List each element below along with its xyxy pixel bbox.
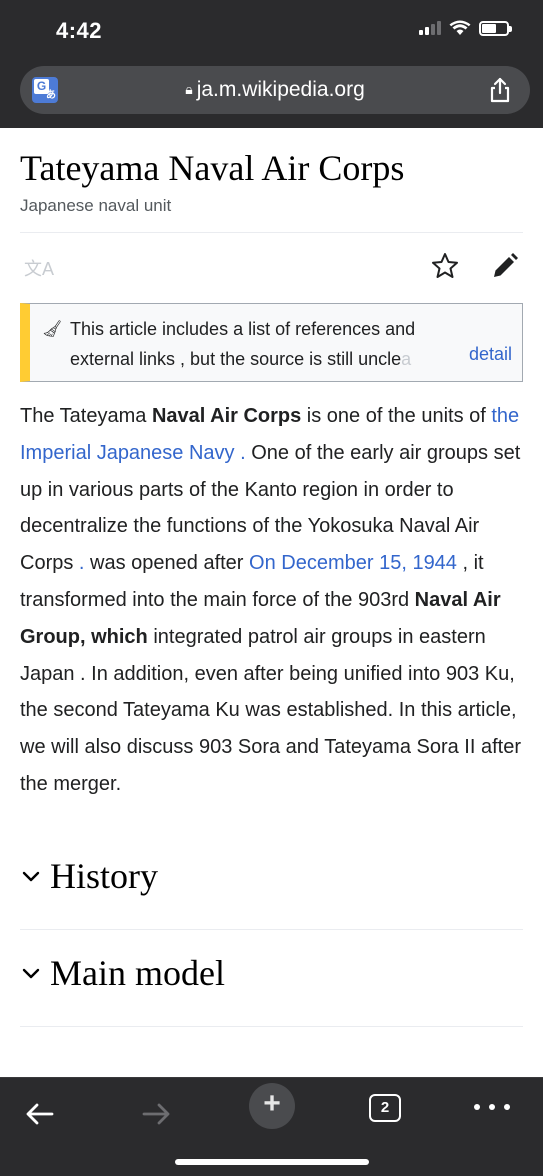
section-title: History — [50, 855, 158, 896]
link-date[interactable]: On December 15, 1944 — [249, 552, 457, 574]
url-text: ja.m.wikipedia.org — [196, 78, 365, 101]
address-bar[interactable]: Gあ 🔒︎ ja.m.wikipedia.org — [20, 66, 530, 114]
star-icon[interactable] — [430, 251, 460, 281]
status-icons — [419, 20, 512, 36]
edit-pencil-icon[interactable] — [490, 251, 520, 281]
page-title: Tateyama Naval Air Corps — [20, 148, 405, 188]
browser-top-chrome: 4:42 Gあ 🔒︎ ja.m.wikipedia.org — [0, 0, 543, 128]
new-tab-button[interactable]: + — [249, 1083, 295, 1129]
page-subtitle: Japanese naval unit — [20, 196, 172, 215]
chevron-down-icon — [22, 871, 40, 881]
notice-detail-link[interactable]: detail — [469, 344, 512, 365]
tab-count: 2 — [380, 1099, 390, 1116]
share-icon[interactable] — [486, 76, 514, 104]
article-content: Tateyama Naval Air Corps Japanese naval … — [20, 128, 523, 1027]
tab-switcher-button[interactable]: 2 — [369, 1094, 401, 1122]
notice-text: This article includes a list of referenc… — [70, 314, 470, 374]
wifi-icon — [449, 20, 471, 35]
intro-paragraph: The Tateyama Naval Air Corps is one of t… — [20, 405, 521, 795]
broom-icon: 🧹︎ — [42, 321, 63, 338]
signal-icon — [419, 21, 441, 35]
status-time: 4:42 — [56, 18, 103, 43]
bold-term: Naval Air Corps — [151, 405, 302, 427]
language-icon[interactable]: 文A — [24, 255, 54, 281]
page-actions: 文A — [20, 233, 523, 303]
section-title: Main model — [50, 952, 225, 993]
lock-icon: 🔒︎ — [185, 81, 193, 97]
notice-box: 🧹︎ This article includes a list of refer… — [20, 303, 523, 382]
more-options-icon[interactable] — [474, 1104, 510, 1114]
notice-line-2: external links , but the source is still… — [70, 349, 412, 369]
section-history[interactable]: History — [20, 833, 523, 930]
url-display[interactable]: 🔒︎ ja.m.wikipedia.org — [20, 78, 530, 102]
chevron-down-icon — [22, 968, 40, 978]
home-indicator[interactable] — [175, 1159, 369, 1165]
battery-icon — [479, 20, 512, 36]
plus-icon: + — [263, 1087, 281, 1120]
forward-arrow-icon[interactable] — [134, 1092, 178, 1136]
back-arrow-icon[interactable] — [18, 1092, 62, 1136]
section-main-model[interactable]: Main model — [20, 930, 523, 1027]
notice-line-1: This article includes a list of referenc… — [70, 319, 416, 339]
